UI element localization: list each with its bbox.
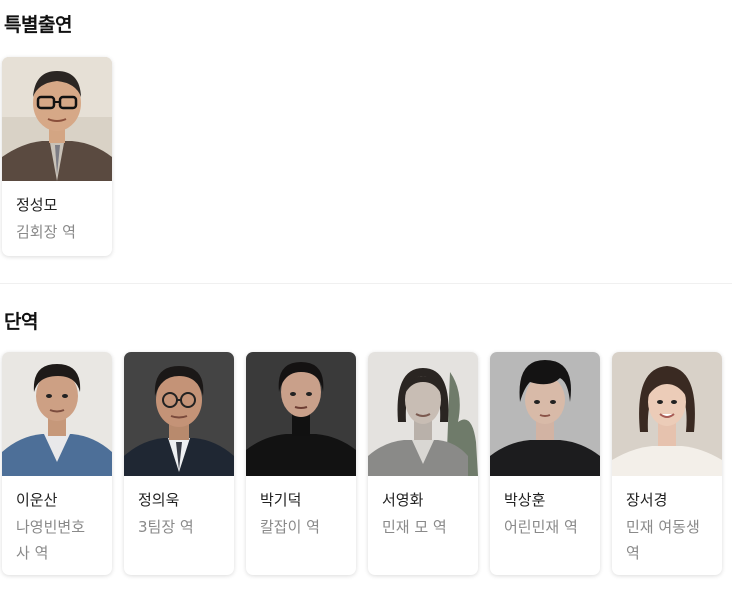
cast-name: 박상훈 — [504, 491, 546, 509]
cast-role: 3팀장 역 — [138, 518, 194, 536]
cast-photo — [612, 352, 722, 476]
cast-card-jeong-uiuk[interactable]: 정의욱 3팀장 역 — [124, 352, 234, 575]
section-title-cameo: 단역 — [4, 311, 38, 333]
cast-photo — [246, 352, 356, 476]
section-title-special: 특별출연 — [4, 14, 72, 36]
cast-card-jeong-seongmo[interactable]: 정성모 김회장 역 — [2, 57, 112, 256]
cast-name: 이운산 — [16, 491, 58, 509]
cast-name: 정의욱 — [138, 491, 180, 509]
cast-role: 나영빈변호사 역 — [16, 518, 86, 562]
cast-name: 정성모 — [16, 196, 58, 214]
cast-card-seo-younghwa[interactable]: 서영화 민재 모 역 — [368, 352, 478, 575]
cast-photo — [490, 352, 600, 476]
cast-role: 칼잡이 역 — [260, 518, 320, 536]
cast-name: 박기덕 — [260, 491, 302, 509]
cast-photo — [124, 352, 234, 476]
cast-card-park-gideok[interactable]: 박기덕 칼잡이 역 — [246, 352, 356, 575]
cast-photo — [2, 57, 112, 181]
cast-photo — [368, 352, 478, 476]
cast-role: 어린민재 역 — [504, 518, 578, 536]
cast-card-park-sanghun[interactable]: 박상훈 어린민재 역 — [490, 352, 600, 575]
cast-name: 장서경 — [626, 491, 668, 509]
cast-card-lee-unsan[interactable]: 이운산 나영빈변호사 역 — [2, 352, 112, 575]
section-divider — [0, 283, 732, 284]
cast-name: 서영화 — [382, 491, 424, 509]
cast-card-jang-seokyung[interactable]: 장서경 민재 여동생 역 — [612, 352, 722, 575]
cast-role: 김회장 역 — [16, 223, 76, 241]
cast-role: 민재 여동생 역 — [626, 518, 700, 562]
cast-photo — [2, 352, 112, 476]
cast-role: 민재 모 역 — [382, 518, 447, 536]
